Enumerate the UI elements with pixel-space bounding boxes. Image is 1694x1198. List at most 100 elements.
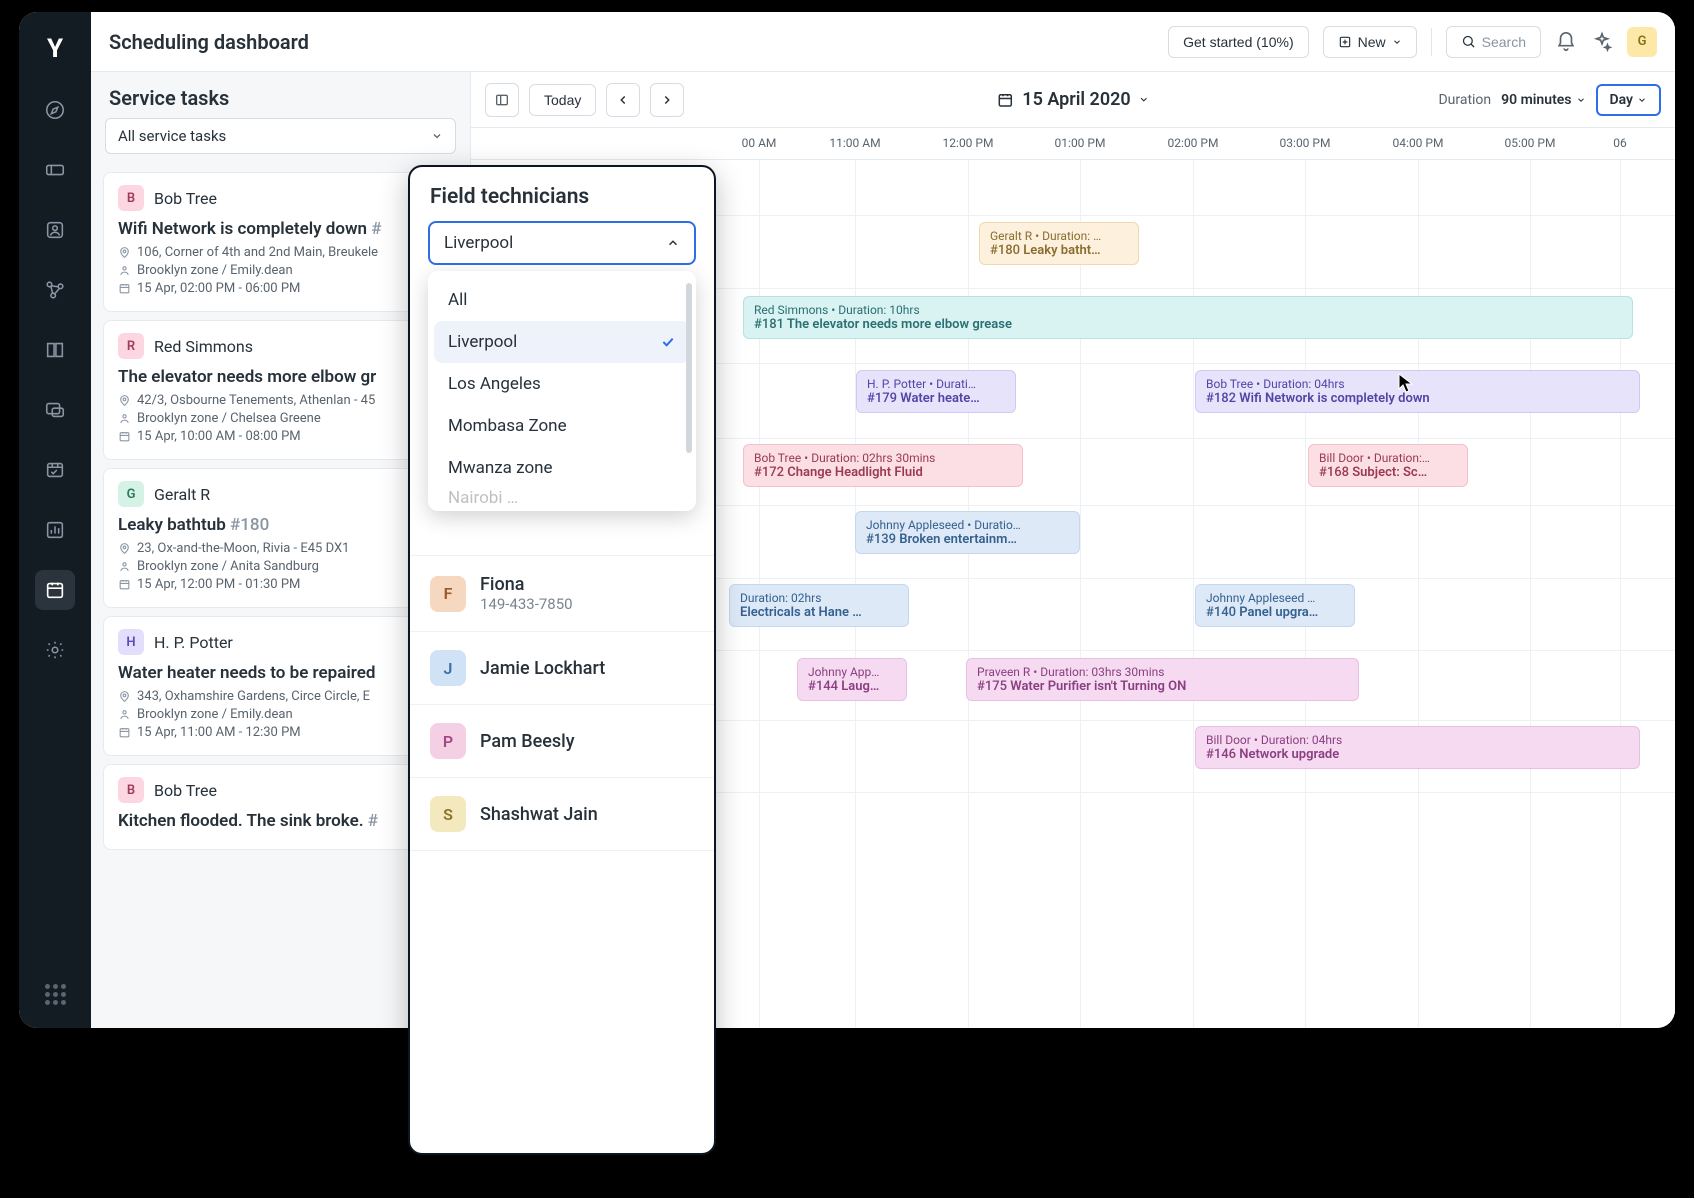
owner-badge: G <box>118 481 144 507</box>
chevron-down-icon <box>1576 95 1586 105</box>
tech-name: Pam Beesly <box>480 731 575 752</box>
duration-select[interactable]: 90 minutes <box>1501 92 1585 108</box>
event-title: #180 Leaky batht… <box>990 243 1128 258</box>
task-card[interactable]: RRed SimmonsThe elevator needs more elbo… <box>103 320 458 460</box>
zone-option[interactable]: Los Angeles <box>434 363 690 405</box>
nav-ticket-icon[interactable] <box>35 150 75 190</box>
schedule-event[interactable]: Bill Door • Duration:…#168 Subject: Sc… <box>1308 444 1468 487</box>
owner-name: Bob Tree <box>154 189 217 208</box>
event-title: #175 Water Purifier isn't Turning ON <box>977 679 1348 694</box>
task-title: Kitchen flooded. The sink broke. # <box>118 811 443 831</box>
event-title: #181 The elevator needs more elbow greas… <box>754 317 1622 332</box>
schedule-event[interactable]: Red Simmons • Duration: 10hrs#181 The el… <box>743 296 1633 339</box>
nav-settings-icon[interactable] <box>35 630 75 670</box>
schedule-event[interactable]: H. P. Potter • Durati…#179 Water heate… <box>856 370 1016 413</box>
event-meta: Bill Door • Duration: 04hrs <box>1206 733 1629 747</box>
tech-name: Fiona <box>480 574 573 595</box>
event-meta: Bill Door • Duration:… <box>1319 451 1457 465</box>
time-tick: 12:00 PM <box>943 136 994 150</box>
logo: Y <box>47 22 63 70</box>
chevron-down-icon <box>1637 95 1647 105</box>
task-title: Water heater needs to be repaired <box>118 663 443 683</box>
owner-badge: B <box>118 777 144 803</box>
top-bar: Scheduling dashboard Get started (10%) N… <box>91 12 1675 72</box>
nav-reports-icon[interactable] <box>35 510 75 550</box>
zone-option[interactable]: Mombasa Zone <box>434 405 690 447</box>
event-meta: Johnny Appleseed • Duratio… <box>866 518 1069 532</box>
nav-schedule-icon[interactable] <box>35 570 75 610</box>
schedule-event[interactable]: Praveen R • Duration: 03hrs 30mins#175 W… <box>966 658 1359 701</box>
event-meta: Duration: 02hrs <box>740 591 898 605</box>
event-title: #139 Broken entertainm… <box>866 532 1069 547</box>
prev-day-button[interactable] <box>606 83 640 117</box>
event-title: #172 Change Headlight Fluid <box>754 465 1012 480</box>
tech-phone: 149-433-7850 <box>480 595 573 613</box>
task-time: 15 Apr, 11:00 AM - 12:30 PM <box>118 725 443 740</box>
zone-option[interactable]: Mwanza zone <box>434 447 690 489</box>
view-select[interactable]: Day <box>1596 84 1662 116</box>
tech-badge: F <box>430 576 466 612</box>
owner-name: Bob Tree <box>154 781 217 800</box>
notifications-icon[interactable] <box>1555 31 1577 53</box>
apps-grid-icon[interactable] <box>35 974 75 1014</box>
field-technicians-panel: Field technicians Liverpool AllLiverpool… <box>408 165 716 1155</box>
page-title: Scheduling dashboard <box>109 30 309 54</box>
nav-book-icon[interactable] <box>35 330 75 370</box>
nav-chat-icon[interactable] <box>35 390 75 430</box>
get-started-button[interactable]: Get started (10%) <box>1168 26 1309 58</box>
zone-dropdown: AllLiverpoolLos AngelesMombasa ZoneMwanz… <box>428 271 696 511</box>
schedule-event[interactable]: Bob Tree • Duration: 04hrs#182 Wifi Netw… <box>1195 370 1640 413</box>
ai-sparkle-icon[interactable] <box>1591 31 1613 53</box>
schedule-event[interactable]: Bob Tree • Duration: 02hrs 30mins#172 Ch… <box>743 444 1023 487</box>
task-address: 42/3, Osbourne Tenements, Athenlan - 45 <box>118 393 443 408</box>
schedule-event[interactable]: Bill Door • Duration: 04hrs#146 Network … <box>1195 726 1640 769</box>
task-card[interactable]: BBob TreeWifi Network is completely down… <box>103 172 458 312</box>
schedule-event[interactable]: Johnny App…#144 Laug… <box>797 658 907 701</box>
event-title: #182 Wifi Network is completely down <box>1206 391 1629 406</box>
timeline-header: 00 AM11:00 AM12:00 PM01:00 PM02:00 PM03:… <box>471 128 1675 160</box>
event-meta: Red Simmons • Duration: 10hrs <box>754 303 1622 317</box>
time-tick: 11:00 AM <box>829 136 880 150</box>
zone-select[interactable]: Liverpool <box>428 221 696 265</box>
nav-user-icon[interactable] <box>35 210 75 250</box>
nav-network-icon[interactable] <box>35 270 75 310</box>
scrollbar[interactable] <box>686 283 692 453</box>
owner-badge: B <box>118 185 144 211</box>
toggle-sidebar-icon[interactable] <box>485 83 519 117</box>
task-zone: Brooklyn zone / Chelsea Greene <box>118 411 443 426</box>
schedule-event[interactable]: Duration: 02hrs Electricals at Hane … <box>729 584 909 627</box>
new-button[interactable]: New <box>1323 26 1417 58</box>
event-meta: Johnny App… <box>808 665 896 679</box>
event-title: #140 Panel upgra… <box>1206 605 1344 620</box>
task-card[interactable]: HH. P. PotterWater heater needs to be re… <box>103 616 458 756</box>
date-picker[interactable]: 15 April 2020 <box>996 89 1149 110</box>
task-card[interactable]: GGeralt RLeaky bathtub #18023, Ox-and-th… <box>103 468 458 608</box>
event-meta: H. P. Potter • Durati… <box>867 377 1005 391</box>
owner-badge: H <box>118 629 144 655</box>
task-card[interactable]: B Bob Tree Kitchen flooded. The sink broke… <box>103 764 458 850</box>
technician-item[interactable]: JJamie Lockhart <box>410 632 714 705</box>
today-button[interactable]: Today <box>529 84 596 116</box>
event-meta: Bob Tree • Duration: 04hrs <box>1206 377 1629 391</box>
search-button[interactable]: Search <box>1446 26 1541 58</box>
technician-item[interactable]: SShashwat Jain <box>410 778 714 851</box>
task-filter-select[interactable]: All service tasks <box>105 118 456 154</box>
technician-item[interactable]: F Fiona149-433-7850 <box>410 555 714 632</box>
nav-compass-icon[interactable] <box>35 90 75 130</box>
duration-label: Duration <box>1438 92 1491 108</box>
technician-item[interactable]: PPam Beesly <box>410 705 714 778</box>
nav-field-icon[interactable] <box>35 450 75 490</box>
schedule-event[interactable]: Geralt R • Duration: …#180 Leaky batht… <box>979 222 1139 265</box>
zone-option[interactable]: All <box>434 279 690 321</box>
user-avatar[interactable]: G <box>1627 27 1657 57</box>
zone-option[interactable]: Liverpool <box>434 321 690 363</box>
tasks-title: Service tasks <box>91 72 470 118</box>
event-title: #168 Subject: Sc… <box>1319 465 1457 480</box>
schedule-event[interactable]: Johnny Appleseed …#140 Panel upgra… <box>1195 584 1355 627</box>
next-day-button[interactable] <box>650 83 684 117</box>
schedule-event[interactable]: Johnny Appleseed • Duratio…#139 Broken e… <box>855 511 1080 554</box>
event-meta: Bob Tree • Duration: 02hrs 30mins <box>754 451 1012 465</box>
task-zone: Brooklyn zone / Emily.dean <box>118 707 443 722</box>
task-zone: Brooklyn zone / Emily.dean <box>118 263 443 278</box>
zone-option[interactable]: Nairobi … <box>434 489 690 503</box>
